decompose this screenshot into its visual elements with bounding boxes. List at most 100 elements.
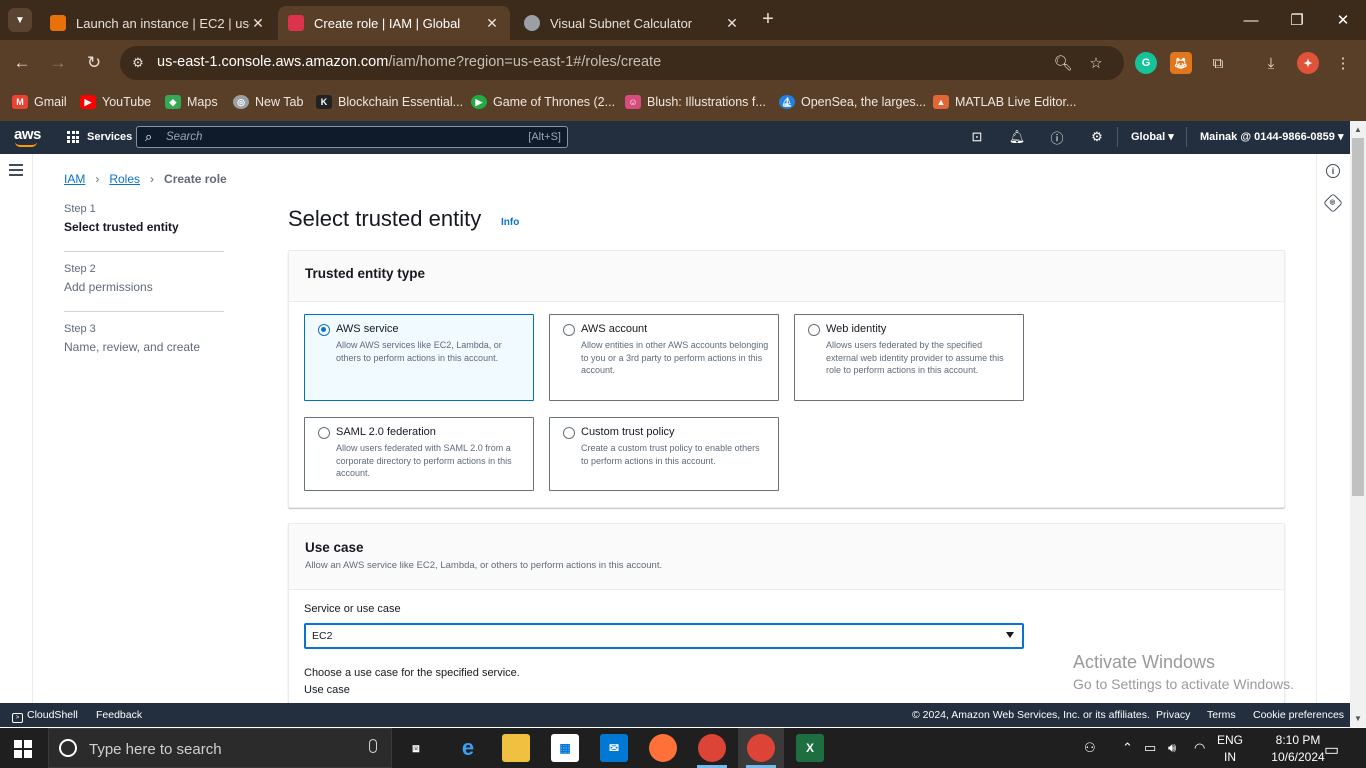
cloudshell-icon[interactable]: ⊡ [969, 129, 985, 145]
bookmark-got[interactable]: ▶ Game of Thrones (2... [471, 92, 615, 112]
bookmark-gmail[interactable]: M Gmail [12, 92, 67, 112]
aws-logo[interactable]: aws [14, 126, 41, 143]
bookmark-label: OpenSea, the larges... [801, 95, 927, 109]
file-explorer-icon[interactable] [502, 734, 530, 762]
bookmark-blush[interactable]: ☺ Blush: Illustrations f... [625, 92, 766, 112]
chrome-icon[interactable] [698, 734, 726, 762]
grammarly-extension-icon[interactable]: G [1135, 52, 1157, 74]
aws-search-input[interactable]: ⌕ Search [Alt+S] [136, 126, 568, 148]
option-saml-federation[interactable]: SAML 2.0 federation Allow users federate… [304, 417, 534, 491]
back-button[interactable]: ← [10, 51, 34, 75]
scrollbar-thumb[interactable] [1352, 138, 1364, 496]
site-settings-icon[interactable]: ⚙ [128, 53, 148, 73]
terms-link[interactable]: Terms [1207, 709, 1236, 721]
bookmark-label: Maps [187, 95, 218, 109]
wifi-icon[interactable]: ◠ [1194, 740, 1205, 756]
bookmark-star-icon[interactable]: ☆ [1085, 52, 1107, 74]
download-icon[interactable]: ⤓ [1260, 52, 1282, 74]
mail-icon[interactable]: ✉ [600, 734, 628, 762]
close-tab-icon[interactable]: ✕ [724, 15, 740, 32]
tab-search-button[interactable]: ▼ [8, 8, 32, 32]
windows-start-icon[interactable] [14, 740, 32, 758]
close-tab-icon[interactable]: ✕ [250, 15, 266, 32]
edge-icon[interactable]: e [454, 734, 482, 762]
account-menu[interactable]: Mainak @ 0144-9866-0859 ▾ [1200, 130, 1343, 143]
url-host: us-east-1.console.aws.amazon.com [157, 54, 389, 70]
taskbar-clock[interactable]: 8:10 PM 10/6/2024 [1268, 732, 1328, 766]
info-link[interactable]: Info [501, 217, 519, 228]
breadcrumb-iam[interactable]: IAM [64, 172, 85, 186]
info-panel-icon[interactable]: i [1326, 164, 1340, 178]
chrome-profile-icon[interactable] [747, 734, 775, 762]
new-tab-button[interactable]: + [756, 8, 780, 32]
zoom-icon[interactable]: 🔍︎ [1052, 52, 1074, 74]
tab-subnet-calculator[interactable]: Visual Subnet Calculator ✕ [514, 6, 750, 40]
help-icon[interactable]: ⓘ [1049, 129, 1065, 146]
privacy-link[interactable]: Privacy [1156, 709, 1190, 721]
blush-icon: ☺ [625, 95, 641, 109]
scroll-down-icon[interactable]: ▼ [1352, 713, 1364, 725]
settings-gear-icon[interactable]: ⚙ [1089, 129, 1105, 145]
volume-icon[interactable]: 🔊︎ [1168, 740, 1176, 756]
radio-button[interactable] [318, 427, 330, 439]
service-select[interactable]: EC2 [304, 623, 1024, 649]
panel-header: Trusted entity type [289, 251, 1284, 302]
option-aws-account[interactable]: AWS account Allow entities in other AWS … [549, 314, 779, 401]
aws-footer: > CloudShell Feedback © 2024, Amazon Web … [0, 703, 1350, 727]
step-divider [64, 311, 224, 312]
metamask-extension-icon[interactable]: 🦊︎ [1170, 52, 1192, 74]
breadcrumb-roles[interactable]: Roles [109, 172, 140, 186]
minimize-button[interactable]: — [1228, 0, 1274, 40]
firefox-icon[interactable] [649, 734, 677, 762]
browser-menu-icon[interactable]: ⋮ [1332, 52, 1354, 74]
battery-icon[interactable]: ▭ [1144, 740, 1156, 756]
tray-chevron-up-icon[interactable]: ⌃ [1122, 740, 1133, 756]
search-icon: ⌕ [145, 129, 153, 144]
radio-button[interactable] [808, 324, 820, 336]
bookmark-label: MATLAB Live Editor... [955, 95, 1077, 109]
notifications-icon[interactable]: ▭ [1324, 740, 1339, 760]
bookmark-youtube[interactable]: ▶ YouTube [80, 92, 151, 112]
option-web-identity[interactable]: Web identity Allows users federated by t… [794, 314, 1024, 401]
people-icon[interactable]: ⚇ [1084, 740, 1096, 756]
menu-hamburger-icon[interactable] [9, 164, 23, 176]
page-title: Select trusted entity [288, 206, 482, 231]
close-tab-icon[interactable]: ✕ [484, 15, 500, 32]
radio-button[interactable] [563, 324, 575, 336]
bookmark-new-tab[interactable]: ◎ New Tab [233, 92, 303, 112]
task-view-icon[interactable]: ⧈ [402, 734, 430, 762]
option-aws-service[interactable]: AWS service Allow AWS services like EC2,… [304, 314, 534, 401]
bookmark-blockchain[interactable]: K Blockchain Essential... [316, 92, 463, 112]
taskbar-search-placeholder: Type here to search [89, 741, 222, 758]
store-icon[interactable]: ▦ [551, 734, 579, 762]
bookmark-matlab[interactable]: ▲ MATLAB Live Editor... [933, 92, 1076, 112]
close-window-button[interactable]: ✕ [1320, 0, 1366, 40]
excel-icon[interactable]: X [796, 734, 824, 762]
restore-button[interactable]: ❐ [1274, 0, 1320, 40]
url-text[interactable]: us-east-1.console.aws.amazon.com/iam/hom… [157, 54, 661, 70]
scroll-up-icon[interactable]: ▲ [1352, 124, 1364, 136]
tab-ec2-launch[interactable]: Launch an instance | EC2 | us-ea ✕ [40, 6, 276, 40]
notifications-bell-icon[interactable]: 🔔︎ [1009, 129, 1026, 145]
step-number: Step 2 [64, 263, 96, 275]
wizard-step-2: Step 2 Add permissions [64, 263, 153, 294]
forward-button[interactable]: → [46, 51, 70, 75]
feedback-link[interactable]: Feedback [96, 709, 142, 721]
extensions-puzzle-icon[interactable]: ⧉ [1207, 52, 1229, 74]
option-custom-trust-policy[interactable]: Custom trust policy Create a custom trus… [549, 417, 779, 491]
radio-button[interactable] [563, 427, 575, 439]
taskbar-search-box[interactable]: Type here to search [48, 728, 392, 768]
cookie-preferences-link[interactable]: Cookie preferences [1253, 709, 1344, 721]
language-indicator[interactable]: ENG IN [1215, 732, 1245, 766]
cloudshell-button[interactable]: > CloudShell [12, 709, 78, 723]
reload-button[interactable]: ↻ [82, 51, 106, 75]
radio-button[interactable] [318, 324, 330, 336]
step-number: Step 1 [64, 203, 96, 215]
services-menu-button[interactable]: Services [67, 129, 132, 145]
microphone-icon[interactable] [369, 739, 377, 753]
bookmark-opensea[interactable]: ⛵︎ OpenSea, the larges... [779, 92, 926, 112]
bookmark-maps[interactable]: ◆ Maps [165, 92, 218, 112]
region-selector[interactable]: Global ▾ [1131, 130, 1174, 143]
tab-create-role[interactable]: Create role | IAM | Global ✕ [278, 6, 510, 40]
profile-avatar[interactable]: ✦ [1297, 52, 1319, 74]
